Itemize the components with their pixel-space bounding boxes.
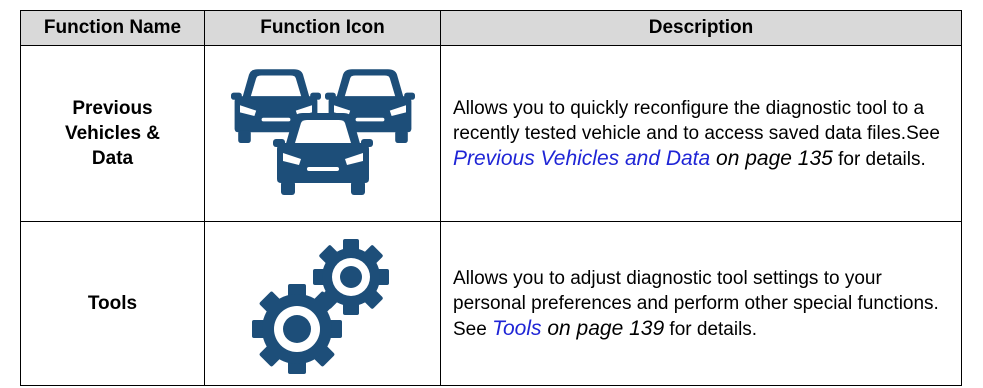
gears-icon: [251, 238, 389, 374]
function-table: Function Name Function Icon Description …: [20, 10, 962, 386]
table-row: Tools Allows you to adjust diagnostic to…: [20, 221, 962, 386]
page-reference: on page 139: [541, 316, 665, 340]
header-function-name: Function Name: [20, 10, 205, 46]
function-name-line: Data: [91, 148, 134, 169]
header-function-icon: Function Icon: [204, 10, 441, 46]
function-icon-cell: [204, 221, 441, 386]
previous-vehicles-link[interactable]: Previous Vehicles and Data: [453, 147, 710, 170]
vehicles-icon: [230, 68, 415, 199]
function-name-cell: Previous Vehicles & Data: [20, 45, 205, 222]
tools-link[interactable]: Tools: [492, 317, 541, 340]
description-text: Allows you to quickly reconfigure the di…: [453, 97, 940, 144]
table-row: Previous Vehicles & Data Allows you to q…: [20, 45, 962, 222]
header-description: Description: [440, 10, 962, 46]
description-cell: Allows you to quickly reconfigure the di…: [440, 45, 962, 222]
description-suffix: for details.: [832, 148, 926, 170]
function-name-line: Vehicles &: [64, 123, 161, 144]
description-suffix: for details.: [664, 318, 758, 340]
header-row: Function Name Function Icon Description: [20, 10, 962, 46]
function-name-cell: Tools: [20, 221, 205, 386]
page-reference: on page 135: [710, 146, 833, 170]
description-cell: Allows you to adjust diagnostic tool set…: [440, 221, 962, 386]
function-icon-cell: [204, 45, 441, 222]
function-name-line: Previous: [72, 98, 153, 119]
function-name-line: Tools: [87, 293, 138, 314]
